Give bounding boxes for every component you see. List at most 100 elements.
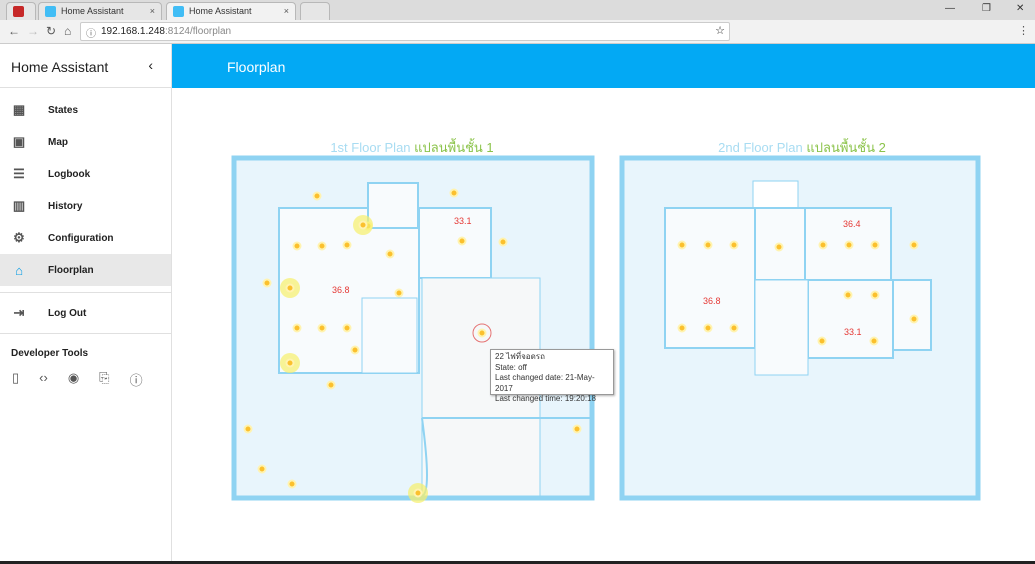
tab-2[interactable]: Home Assistant ×	[166, 2, 296, 20]
sidebar-item-label: Configuration	[48, 232, 114, 244]
light-icon	[844, 240, 854, 250]
file-icon[interactable]: ⎘	[99, 370, 109, 389]
sidebar-item-history[interactable]: ▥ History	[0, 190, 171, 222]
tooltip-time: Last changed time: 19:20:18	[495, 394, 596, 403]
light-icon	[703, 323, 713, 333]
light-icon	[292, 323, 302, 333]
light-icon	[909, 240, 919, 250]
broadcast-icon[interactable]: ◉	[68, 370, 79, 389]
sidebar-item-label: Map	[48, 136, 68, 148]
sidebar-item-map[interactable]: ▣ Map	[0, 126, 171, 158]
top-bar: Floorplan	[172, 44, 1035, 88]
light-icon	[869, 336, 879, 346]
light-icon	[317, 323, 327, 333]
home-icon[interactable]: ⌂	[64, 24, 71, 38]
light-icon	[292, 241, 302, 251]
close-icon[interactable]: ×	[284, 6, 289, 16]
minimize-icon[interactable]: —	[945, 3, 955, 14]
light-tooltip: 22 ไฟที่จอดรถ State: off Last changed da…	[490, 349, 614, 403]
sidebar-item-logbook[interactable]: ☰ Logbook	[0, 158, 171, 190]
light-icon	[257, 464, 267, 474]
floor1-title: 1st Floor Plan แปลนพื้นชั้น 1	[330, 138, 493, 155]
home-icon: ⌂	[15, 262, 23, 278]
light-icon	[677, 240, 687, 250]
floor1-plan: 1st Floor Plan แปลนพื้นชั้น 1	[231, 138, 595, 501]
light-icon	[285, 358, 295, 368]
sidebar-item-label: Floorplan	[48, 264, 94, 276]
light-icon	[729, 240, 739, 250]
light-icon	[909, 314, 919, 324]
light-icon	[449, 188, 459, 198]
light-icon	[350, 345, 360, 355]
light-icon	[326, 380, 336, 390]
light-icon	[413, 488, 423, 498]
light-icon	[677, 323, 687, 333]
floorplan-area: 1st Floor Plan แปลนพื้นชั้น 1 2nd Floor …	[172, 88, 1035, 564]
page-title: Floorplan	[227, 59, 286, 75]
light-icon	[342, 323, 352, 333]
forward-icon[interactable]: →	[27, 24, 39, 38]
floor2-plan: 2nd Floor Plan แปลนพื้นชั้น 2	[619, 138, 981, 501]
logout-icon: ⇥	[13, 305, 25, 320]
light-icon	[358, 220, 368, 230]
light-icon	[342, 240, 352, 250]
app-title: Home Assistant	[11, 59, 109, 75]
light-icon	[870, 240, 880, 250]
tooltip-date: Last changed date: 21-May-2017	[495, 373, 595, 393]
light-icon	[817, 336, 827, 346]
light-icon	[394, 288, 404, 298]
chart-icon: ▥	[12, 198, 26, 213]
light-icon	[572, 424, 582, 434]
star-icon[interactable]: ☆	[715, 24, 725, 37]
light-icon	[317, 241, 327, 251]
maximize-icon[interactable]: ❐	[982, 3, 991, 14]
tab-label: Home Assistant	[189, 6, 252, 16]
tab-1[interactable]: Home Assistant ×	[38, 2, 162, 20]
sidebar-item-configuration[interactable]: ⚙ Configuration	[0, 222, 171, 254]
light-icon	[312, 191, 322, 201]
light-icon	[243, 424, 253, 434]
gear-icon: ⚙	[13, 230, 25, 245]
tab-pinned[interactable]	[6, 2, 36, 20]
raspberry-icon	[13, 6, 24, 17]
light-icon	[818, 240, 828, 250]
tab-label: Home Assistant	[61, 6, 124, 16]
light-icon	[843, 290, 853, 300]
grid-icon: ▦	[12, 102, 26, 117]
address-bar: ← → ↻ ⌂ ⓘ 192.168.1.248:8124/floorplan ☆ ⋮	[0, 20, 1035, 44]
temp-reading: 33.1	[844, 327, 862, 337]
sidebar-item-label: States	[48, 104, 79, 116]
map-icon: ▣	[12, 134, 26, 149]
sidebar-item-floorplan[interactable]: ⌂ Floorplan	[0, 254, 171, 286]
chevron-left-icon[interactable]: ‹	[148, 57, 153, 73]
url-input[interactable]: ⓘ 192.168.1.248:8124/floorplan ☆	[80, 22, 730, 41]
url-path: :8124/floorplan	[164, 26, 232, 37]
light-icon	[870, 290, 880, 300]
light-icon	[477, 328, 487, 338]
sidebar-item-logout[interactable]: ⇥ Log Out	[0, 297, 171, 329]
back-icon[interactable]: ←	[8, 24, 20, 38]
light-icon	[498, 237, 508, 247]
light-icon	[729, 323, 739, 333]
code-icon[interactable]: ‹›	[39, 370, 48, 389]
remote-icon[interactable]: ▯	[12, 370, 19, 389]
light-icon	[285, 283, 295, 293]
sidebar-item-label: History	[48, 200, 83, 212]
tab-bar: Home Assistant × Home Assistant × — ❐ ✕	[0, 0, 1035, 20]
info-icon[interactable]: ⓘ	[130, 370, 143, 389]
close-window-icon[interactable]: ✕	[1016, 3, 1024, 14]
new-tab-button[interactable]	[300, 2, 330, 20]
sidebar-item-states[interactable]: ▦ States	[0, 94, 171, 126]
light-icon	[262, 278, 272, 288]
menu-icon[interactable]: ⋮	[1018, 24, 1029, 37]
list-icon: ☰	[13, 166, 25, 181]
developer-tools-title: Developer Tools	[11, 348, 89, 359]
light-icon	[774, 242, 784, 252]
close-icon[interactable]: ×	[150, 6, 155, 16]
floor2-title: 2nd Floor Plan แปลนพื้นชั้น 2	[718, 138, 886, 155]
temp-reading: 33.1	[454, 216, 472, 226]
ha-icon	[45, 6, 56, 17]
temp-reading: 36.4	[843, 219, 861, 229]
reload-icon[interactable]: ↻	[46, 24, 56, 38]
temp-reading: 36.8	[703, 296, 721, 306]
